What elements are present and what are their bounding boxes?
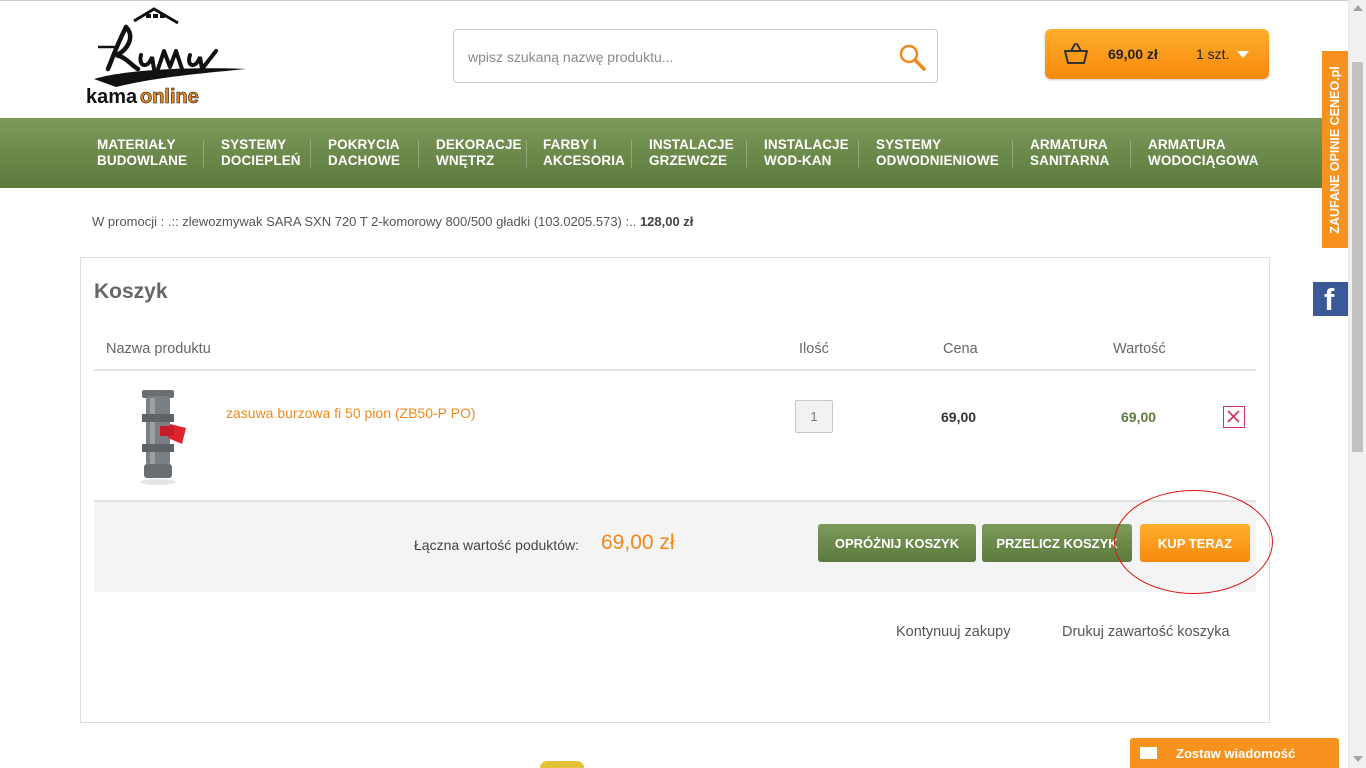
column-header-name: Nazwa produktu — [106, 341, 211, 357]
product-link[interactable]: zasuwa burzowa fi 50 pion (ZB50-P PO) — [226, 405, 476, 421]
quantity-input[interactable] — [795, 400, 833, 433]
annotation-circle — [1114, 490, 1273, 594]
logo-wordmark: kama — [86, 86, 138, 108]
product-price: 69,00 — [941, 409, 977, 425]
mini-cart-total: 69,00 zł — [1108, 46, 1158, 62]
nav-item-instalacje-grzewcze[interactable]: INSTALACJE GRZEWCZE — [649, 137, 734, 169]
promo-banner[interactable]: W promocji : .:: zlewozmywak SARA SXN 72… — [92, 214, 693, 229]
product-value: 69,00 — [1121, 409, 1157, 425]
facebook-button[interactable]: f — [1313, 282, 1349, 317]
decorative-badge — [540, 761, 584, 768]
nav-divider — [1012, 140, 1013, 168]
leave-message-label: Zostaw wiadomość — [1176, 746, 1296, 761]
site-header: kama online 69,00 zł 1 szt. — [0, 0, 1348, 118]
page-title: Koszyk — [94, 280, 168, 303]
nav-divider — [310, 140, 311, 168]
column-header-qty: Ilość — [799, 341, 829, 357]
chevron-down-icon — [1237, 51, 1249, 58]
total-label: Łączna wartość poduktów: — [414, 537, 579, 553]
search-box — [453, 29, 938, 83]
cart-panel: Koszyk Nazwa produktu Ilość Cena Wartość… — [80, 257, 1273, 723]
scrollbar[interactable] — [1348, 0, 1366, 768]
envelope-icon — [1140, 747, 1157, 759]
nav-item-dekoracje-wnetrz[interactable]: DEKORACJE WNĘTRZ — [436, 137, 522, 169]
nav-item-systemy-dociepen[interactable]: SYSTEMY DOCIEPLEŃ — [221, 137, 301, 169]
close-icon — [1227, 410, 1240, 423]
nav-item-systemy-odwodnieniowe[interactable]: SYSTEMY ODWODNIENIOWE — [876, 137, 999, 169]
svg-text:online: online — [140, 86, 199, 108]
nav-divider — [418, 140, 419, 168]
scroll-up-icon[interactable] — [1353, 5, 1363, 11]
print-cart-link[interactable]: Drukuj zawartość koszyka — [1062, 624, 1230, 640]
scroll-down-icon[interactable] — [1353, 756, 1363, 762]
nav-divider — [526, 140, 527, 168]
ceneo-opinions-tab[interactable]: ZAUFANE OPINIE CENEO.pl — [1322, 51, 1348, 248]
nav-item-pokrycia-dachowe[interactable]: POKRYCIA DACHOWE — [328, 137, 400, 169]
nav-item-armatura-sanitarna[interactable]: ARMATURA SANITARNA — [1030, 137, 1109, 169]
cart-summary: Łączna wartość poduktów: 69,00 zł OPRÓŻN… — [94, 502, 1256, 592]
nav-item-armatura-wodociagowa[interactable]: ARMATURA WODOCIĄGOWA — [1148, 137, 1259, 169]
search-input[interactable] — [468, 46, 888, 68]
continue-shopping-link[interactable]: Kontynuuj zakupy — [896, 624, 1010, 640]
promo-text: W promocji : .:: zlewozmywak SARA SXN 72… — [92, 214, 640, 229]
nav-divider — [631, 140, 632, 168]
facebook-icon: f — [1324, 282, 1335, 317]
mini-cart-qty: 1 szt. — [1196, 46, 1230, 62]
empty-cart-button[interactable]: OPRÓŻNIJ KOSZYK — [818, 524, 976, 562]
remove-item-button[interactable] — [1223, 406, 1245, 428]
main-navigation: MATERIAŁY BUDOWLANE SYSTEMY DOCIEPLEŃ POKR… — [0, 118, 1348, 188]
nav-item-instalacje-wod-kan[interactable]: INSTALACJE WOD-KAN — [764, 137, 849, 169]
recalculate-cart-button[interactable]: PRZELICZ KOSZYK — [982, 524, 1132, 562]
nav-divider — [858, 140, 859, 168]
nav-item-materialy-budowlane[interactable]: MATERIAŁY BUDOWLANE — [97, 137, 187, 169]
scrollbar-thumb[interactable] — [1352, 62, 1363, 452]
nav-divider — [746, 140, 747, 168]
basket-icon — [1064, 43, 1088, 64]
column-header-value: Wartość — [1113, 341, 1166, 357]
mini-cart-button[interactable]: 69,00 zł 1 szt. — [1045, 29, 1269, 79]
product-thumbnail[interactable] — [124, 386, 194, 486]
column-header-price: Cena — [943, 341, 978, 357]
table-divider — [94, 369, 1256, 371]
kama-logo[interactable]: kama online — [86, 7, 266, 109]
nav-divider — [1130, 140, 1131, 168]
search-icon[interactable] — [897, 42, 927, 72]
nav-item-farby-i-akcesoria[interactable]: FARBY I AKCESORIA — [543, 137, 625, 169]
leave-message-button[interactable]: Zostaw wiadomość — [1130, 738, 1339, 768]
nav-divider — [203, 140, 204, 168]
total-value: 69,00 zł — [601, 531, 675, 554]
promo-price: 128,00 zł — [639, 214, 694, 229]
